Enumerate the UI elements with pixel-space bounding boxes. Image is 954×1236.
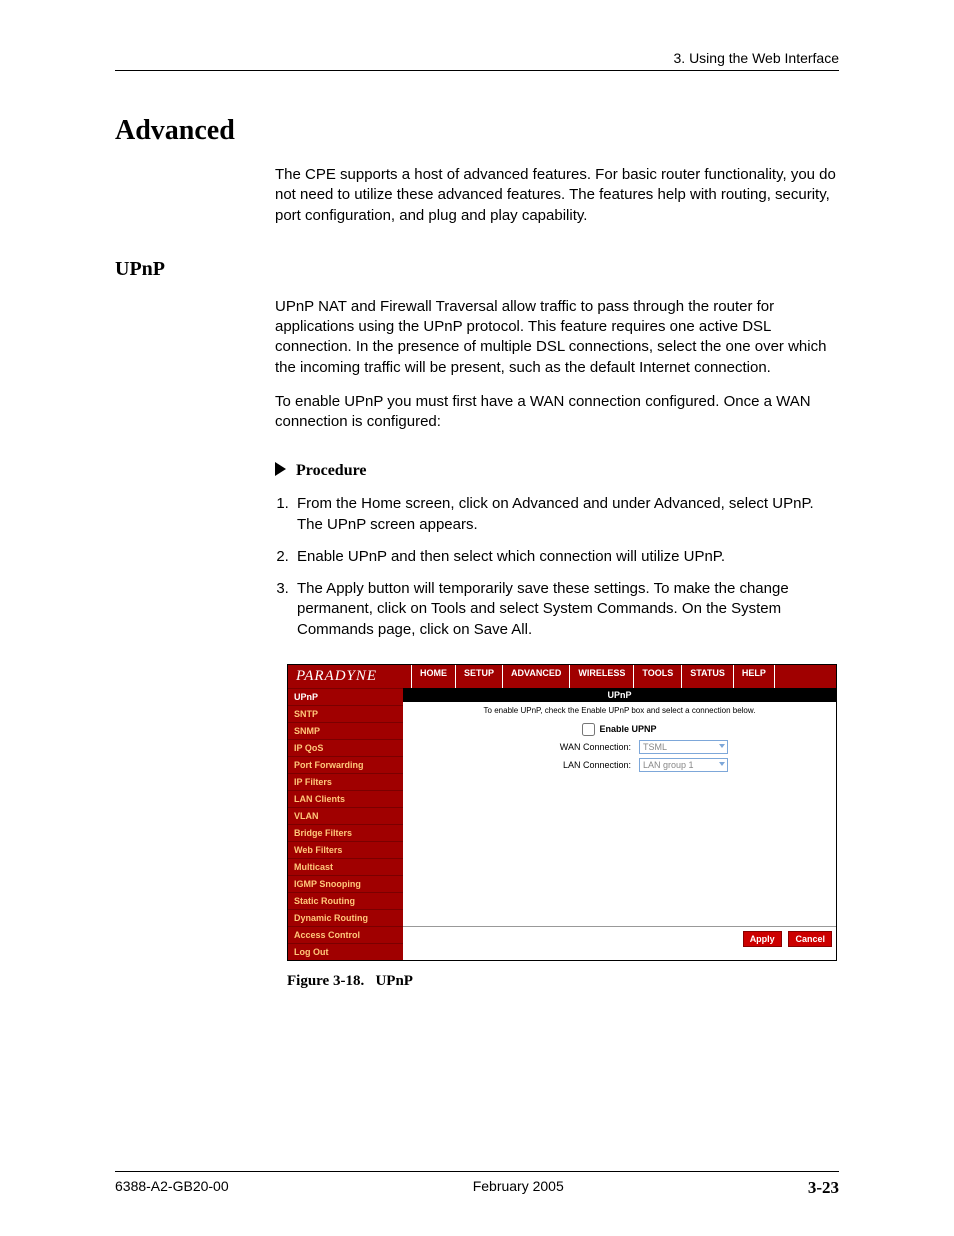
upnp-paragraph-1: UPnP NAT and Firewall Traversal allow tr…	[275, 297, 839, 378]
page-number: 3-23	[808, 1178, 839, 1198]
triangle-icon	[275, 462, 286, 476]
tab-advanced[interactable]: ADVANCED	[503, 665, 570, 688]
section-title: Advanced	[115, 115, 839, 147]
procedure-step: From the Home screen, click on Advanced …	[293, 494, 839, 535]
procedure-list: From the Home screen, click on Advanced …	[293, 494, 839, 640]
sidebar-item-bridge-filters[interactable]: Bridge Filters	[288, 824, 403, 841]
sidebar-item-vlan[interactable]: VLAN	[288, 807, 403, 824]
tab-home[interactable]: HOME	[412, 665, 456, 688]
intro-paragraph: The CPE supports a host of advanced feat…	[275, 165, 839, 226]
figure-number: Figure 3-18.	[287, 973, 364, 989]
figure-caption: Figure 3-18. UPnP	[287, 973, 839, 990]
sidebar-item-snmp[interactable]: SNMP	[288, 722, 403, 739]
pane-note: To enable UPnP, check the Enable UPnP bo…	[403, 702, 836, 719]
figure-title: UPnP	[375, 973, 413, 989]
sidebar-item-access-control[interactable]: Access Control	[288, 926, 403, 943]
sidebar-item-dynamic-routing[interactable]: Dynamic Routing	[288, 909, 403, 926]
lan-connection-select[interactable]: LAN group 1	[639, 758, 728, 772]
page-header: 3. Using the Web Interface	[115, 50, 839, 71]
router-screenshot: PARADYNE HOME SETUP ADVANCED WIRELESS TO…	[287, 664, 837, 961]
page-footer: 6388-A2-GB20-00 February 2005 3-23	[115, 1171, 839, 1198]
procedure-step: The Apply button will temporarily save t…	[293, 579, 839, 640]
sidebar: UPnP SNTP SNMP IP QoS Port Forwarding IP…	[288, 688, 403, 960]
tab-setup[interactable]: SETUP	[456, 665, 503, 688]
tab-help[interactable]: HELP	[734, 665, 775, 688]
doc-date: February 2005	[473, 1178, 564, 1198]
wan-connection-select[interactable]: TSML	[639, 740, 728, 754]
sidebar-item-multicast[interactable]: Multicast	[288, 858, 403, 875]
enable-upnp-checkbox[interactable]	[582, 723, 595, 736]
sidebar-item-lan-clients[interactable]: LAN Clients	[288, 790, 403, 807]
doc-number: 6388-A2-GB20-00	[115, 1178, 229, 1198]
procedure-heading: Procedure	[275, 462, 839, 480]
procedure-label: Procedure	[296, 462, 367, 479]
sidebar-item-igmp-snooping[interactable]: IGMP Snooping	[288, 875, 403, 892]
pane-title: UPnP	[403, 688, 836, 702]
lan-connection-label: LAN Connection:	[511, 760, 635, 770]
wan-connection-label: WAN Connection:	[511, 742, 635, 752]
top-tabs: HOME SETUP ADVANCED WIRELESS TOOLS STATU…	[412, 665, 775, 688]
sidebar-item-log-out[interactable]: Log Out	[288, 943, 403, 960]
sidebar-item-port-forwarding[interactable]: Port Forwarding	[288, 756, 403, 773]
upnp-paragraph-2: To enable UPnP you must first have a WAN…	[275, 392, 839, 433]
apply-button[interactable]: Apply	[743, 931, 782, 947]
tab-tools[interactable]: TOOLS	[634, 665, 682, 688]
tab-status[interactable]: STATUS	[682, 665, 734, 688]
procedure-step: Enable UPnP and then select which connec…	[293, 547, 839, 567]
sidebar-item-ipqos[interactable]: IP QoS	[288, 739, 403, 756]
subsection-title: UPnP	[115, 258, 839, 281]
sidebar-item-upnp[interactable]: UPnP	[288, 688, 403, 705]
enable-upnp-label: Enable UPNP	[599, 724, 656, 734]
sidebar-item-static-routing[interactable]: Static Routing	[288, 892, 403, 909]
chapter-label: 3. Using the Web Interface	[674, 50, 840, 66]
logo: PARADYNE	[288, 665, 412, 688]
sidebar-item-web-filters[interactable]: Web Filters	[288, 841, 403, 858]
tab-wireless[interactable]: WIRELESS	[570, 665, 634, 688]
sidebar-item-ip-filters[interactable]: IP Filters	[288, 773, 403, 790]
cancel-button[interactable]: Cancel	[788, 931, 832, 947]
sidebar-item-sntp[interactable]: SNTP	[288, 705, 403, 722]
